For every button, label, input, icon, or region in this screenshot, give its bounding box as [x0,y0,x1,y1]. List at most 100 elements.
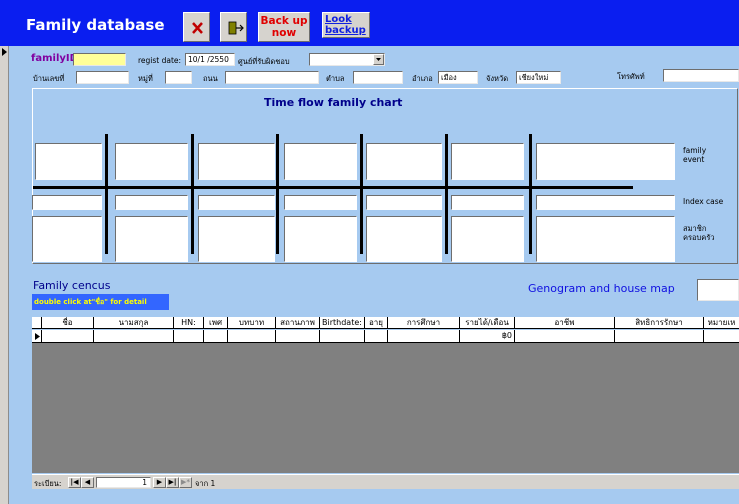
member-box-6[interactable] [451,216,524,262]
timeline-divider-6 [529,134,532,254]
col-occupation[interactable]: อาชีพ [515,317,615,329]
prev-record-button[interactable]: ◀ [81,477,94,488]
index-box-4[interactable] [284,195,357,210]
col-sex[interactable]: เพศ [204,317,228,329]
member-box-1[interactable] [32,216,102,262]
census-table-header: ชื่อ นามสกุล HN: เพศ บทบาท สถานภาพ Birth… [32,317,739,329]
col-hn[interactable]: HN: [174,317,204,329]
center-dropdown-button[interactable] [373,54,384,65]
last-record-button[interactable]: ▶| [166,477,179,488]
moo-field[interactable] [165,71,192,84]
member-box-2[interactable] [115,216,188,262]
index-box-5[interactable] [366,195,442,210]
event-box-2[interactable] [115,143,188,180]
col-note[interactable]: หมายเห [704,317,739,329]
look-backup-button[interactable]: Look backup [322,12,370,38]
event-box-1[interactable] [35,143,102,180]
index-case-label: Index case [683,197,724,206]
regist-date-field[interactable]: 10/1 /2550 [185,53,235,66]
cell-note[interactable] [704,330,739,343]
phone-field[interactable] [663,69,739,82]
row-selector[interactable] [32,330,42,343]
member-box-5[interactable] [366,216,442,262]
next-record-button[interactable]: ▶ [153,477,166,488]
cell-role[interactable] [228,330,276,343]
tambon-label: ตำบล [326,74,345,83]
chevron-down-icon [376,58,381,61]
cell-birthdate[interactable] [320,330,365,343]
province-field[interactable]: เชียงใหม่ [516,71,561,84]
header-selector [32,317,42,329]
road-field[interactable] [225,71,319,84]
amphoe-field[interactable]: เมือง [438,71,478,84]
import-button[interactable] [220,12,247,42]
record-label: ระเบียน: [34,479,62,488]
chart-title: Time flow family chart [264,96,403,109]
family-id-label: familyID [31,53,78,64]
timeline-divider-4 [360,134,363,254]
event-box-5[interactable] [366,143,442,180]
member-box-3[interactable] [198,216,275,262]
event-box-3[interactable] [198,143,275,180]
member-box-7[interactable] [536,216,675,262]
current-record-field[interactable]: 1 [96,477,151,488]
exit-icon [192,22,203,34]
index-box-6[interactable] [451,195,524,210]
cell-surname[interactable] [94,330,174,343]
index-box-2[interactable] [115,195,188,210]
event-box-7[interactable] [536,143,675,180]
col-role[interactable]: บทบาท [228,317,276,329]
cell-hn[interactable] [174,330,204,343]
event-box-6[interactable] [451,143,524,180]
genogram-field[interactable] [697,279,739,301]
record-count: จาก 1 [195,479,216,488]
census-title: Family cencus [33,279,111,292]
member-box-4[interactable] [284,216,357,262]
tambon-field[interactable] [353,71,403,84]
col-age[interactable]: อายุ [365,317,388,329]
road-label: ถนน [203,74,218,83]
col-surname[interactable]: นามสกุล [94,317,174,329]
regist-date-label: regist date: [138,56,182,65]
cell-education[interactable] [388,330,460,343]
index-box-3[interactable] [198,195,275,210]
index-box-1[interactable] [32,195,102,210]
col-status[interactable]: สถานภาพ [276,317,320,329]
exit-button[interactable] [183,12,210,42]
cell-name[interactable] [42,330,94,343]
timeline-divider-3 [276,134,279,254]
house-no-label: บ้านเลขที่ [33,74,65,83]
family-id-field[interactable] [73,53,126,66]
new-record-button[interactable]: ▶* [179,477,192,488]
cell-age[interactable] [365,330,388,343]
first-record-button[interactable]: |◀ [68,477,81,488]
col-name[interactable]: ชื่อ [42,317,94,329]
table-row[interactable]: ฿0 [32,330,739,343]
family-event-label: family event [683,146,707,164]
event-box-4[interactable] [284,143,357,180]
door-icon [228,21,244,35]
census-hint: double click at"ชื่อ" for detail [34,298,147,306]
house-no-field[interactable] [76,71,129,84]
timeline-divider-5 [445,134,448,254]
members-label: สมาชิก ครอบครัว [683,224,715,242]
phone-label: โทรศัพท์ [617,72,645,81]
index-box-7[interactable] [536,195,675,210]
current-record-arrow-icon [2,48,7,56]
cell-status[interactable] [276,330,320,343]
backup-now-button[interactable]: Back up now [258,12,310,42]
col-rights[interactable]: สิทธิการรักษา [615,317,704,329]
col-income[interactable]: รายได้/เดือน [460,317,515,329]
col-birthdate[interactable]: Birthdate: [320,317,365,329]
cell-sex[interactable] [204,330,228,343]
timeline-horizontal-line [33,186,633,189]
col-education[interactable]: การศึกษา [388,317,460,329]
genogram-label: Genogram and house map [528,282,675,295]
cell-occupation[interactable] [515,330,615,343]
record-selector[interactable] [0,46,9,504]
census-table-empty-area [32,343,739,473]
cell-income[interactable]: ฿0 [460,330,515,343]
cell-rights[interactable] [615,330,704,343]
amphoe-label: อำเภอ [412,74,433,83]
province-label: จังหวัด [486,74,509,83]
